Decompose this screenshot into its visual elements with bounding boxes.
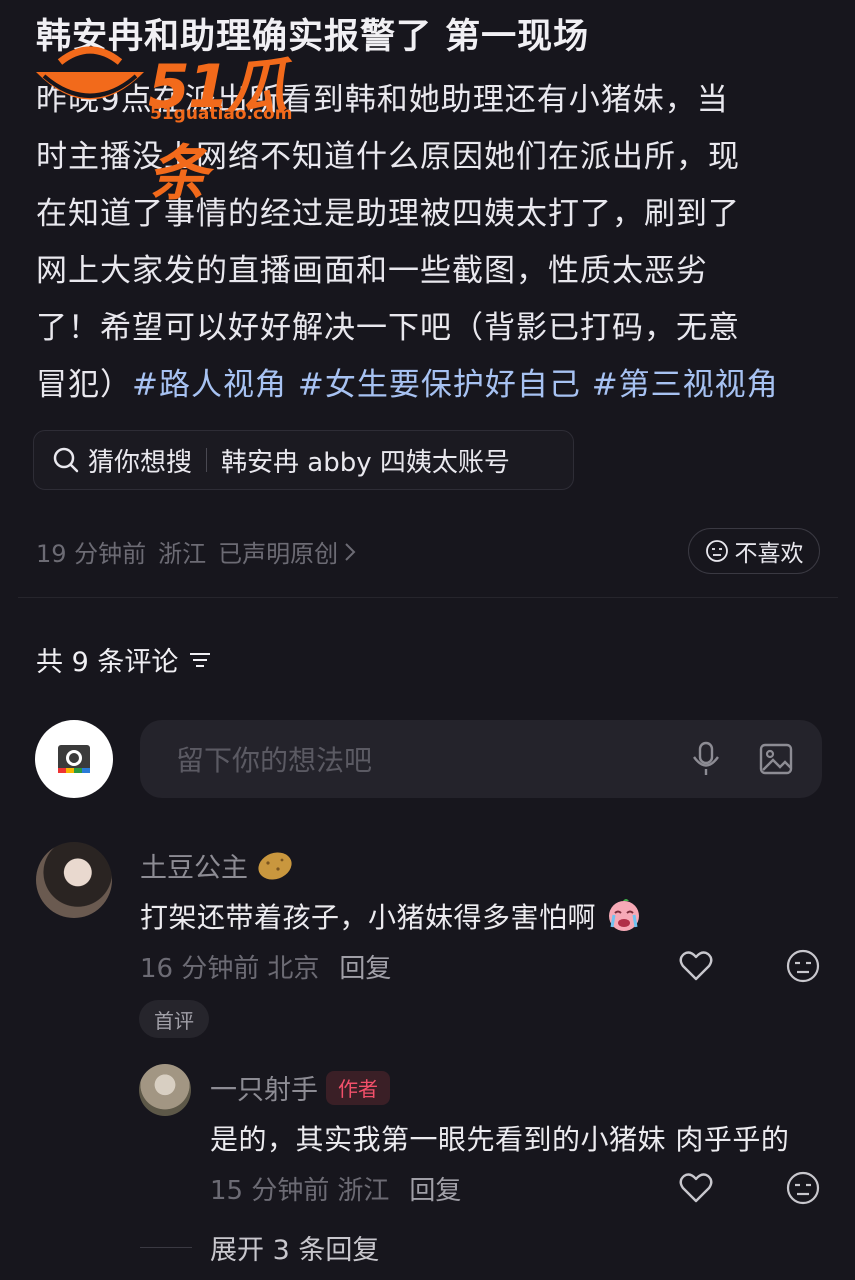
expand-divider <box>140 1247 192 1248</box>
image-icon[interactable] <box>758 740 794 778</box>
post-location: 浙江 <box>158 540 207 568</box>
comment-text-body: 打架还带着孩子，小猪妹得多害怕啊 <box>140 901 597 934</box>
post-body-line-last: 冒犯）#路人视角 #女生要保护好自己 #第三视视角 <box>36 357 816 414</box>
watermark-melon-icon <box>36 46 144 100</box>
search-icon <box>53 447 79 473</box>
reply-username-text: 一只射手 <box>210 1075 318 1106</box>
dislike-label: 不喜欢 <box>734 541 804 567</box>
expand-replies-label: 展开 3 条回复 <box>210 1235 380 1266</box>
post-body-line: 了！希望可以好好解决一下吧（背影已打码，无意 <box>36 310 740 346</box>
original-declaration-label: 已声明原创 <box>218 540 339 568</box>
watermark-logo: 51瓜条 51guatiao.com <box>30 38 330 209</box>
microphone-icon[interactable] <box>688 740 724 778</box>
comment-location: 北京 <box>267 954 320 984</box>
hashtag-link[interactable]: #第三视视角 <box>592 367 779 403</box>
crying-face-icon <box>609 899 640 931</box>
comment-text: 打架还带着孩子，小猪妹得多害怕啊 <box>140 896 643 936</box>
reply-location: 浙江 <box>337 1176 390 1206</box>
post-body-line: 网上大家发的直播画面和一些截图，性质太恶劣 <box>36 253 708 289</box>
chevron-right-icon <box>345 542 356 561</box>
section-divider <box>18 597 838 598</box>
comment-time: 16 分钟前 <box>140 954 260 984</box>
sort-icon <box>190 652 211 667</box>
camera-icon <box>58 745 90 773</box>
post-meta: 19 分钟前 浙江 已声明原创 <box>36 534 356 569</box>
divider <box>206 448 208 472</box>
comment-username-text: 土豆公主 <box>140 853 248 884</box>
reply-button[interactable]: 回复 <box>339 948 391 985</box>
meh-face-icon[interactable] <box>785 948 821 984</box>
comment-input-actions <box>688 740 794 778</box>
potato-icon <box>258 851 292 880</box>
hashtag-link[interactable]: #路人视角 <box>132 367 287 403</box>
author-badge: 作者 <box>326 1070 390 1105</box>
avatar[interactable] <box>139 1064 191 1116</box>
meh-face-icon[interactable] <box>785 1170 821 1206</box>
search-suggestion-query: 韩安冉 abby 四姨太账号 <box>221 447 510 478</box>
dislike-button[interactable]: 不喜欢 <box>688 528 820 574</box>
heart-icon[interactable] <box>678 1170 714 1206</box>
reply-meta: 15 分钟前 浙江 回复 <box>210 1170 461 1207</box>
watermark-url: 51guatiao.com <box>150 104 293 124</box>
comment-input[interactable]: 留下你的想法吧 <box>140 720 822 798</box>
comment-input-placeholder: 留下你的想法吧 <box>176 744 373 777</box>
first-comment-badge: 首评 <box>139 1000 209 1038</box>
search-suggestion-chip[interactable]: 猜你想搜 韩安冉 abby 四姨太账号 <box>33 430 574 490</box>
expand-replies-button[interactable]: 展开 3 条回复 <box>140 1228 379 1267</box>
comments-header[interactable]: 共 9 条评论 <box>36 640 212 679</box>
post-body-text: 冒犯） <box>36 367 132 403</box>
comment-username[interactable]: 土豆公主 <box>140 846 294 885</box>
meh-face-icon <box>705 540 728 562</box>
avatar[interactable] <box>36 842 112 918</box>
my-avatar[interactable] <box>35 720 113 798</box>
heart-icon[interactable] <box>678 948 714 984</box>
comment-meta: 16 分钟前 北京 回复 <box>140 948 391 985</box>
hashtag-link[interactable]: #女生要保护好自己 <box>298 367 581 403</box>
post-time: 19 分钟前 <box>36 540 147 568</box>
comments-count: 共 9 条评论 <box>36 647 179 678</box>
original-declaration-link[interactable]: 已声明原创 <box>218 534 356 569</box>
reply-username[interactable]: 一只射手 作者 <box>210 1068 390 1107</box>
search-suggestion-label: 猜你想搜 <box>88 447 193 478</box>
reply-text: 是的，其实我第一眼先看到的小猪妹 肉乎乎的 <box>210 1123 790 1156</box>
reply-button[interactable]: 回复 <box>409 1170 461 1207</box>
watermark-brand: 51瓜条 <box>148 52 288 209</box>
reply-time: 15 分钟前 <box>210 1176 330 1206</box>
